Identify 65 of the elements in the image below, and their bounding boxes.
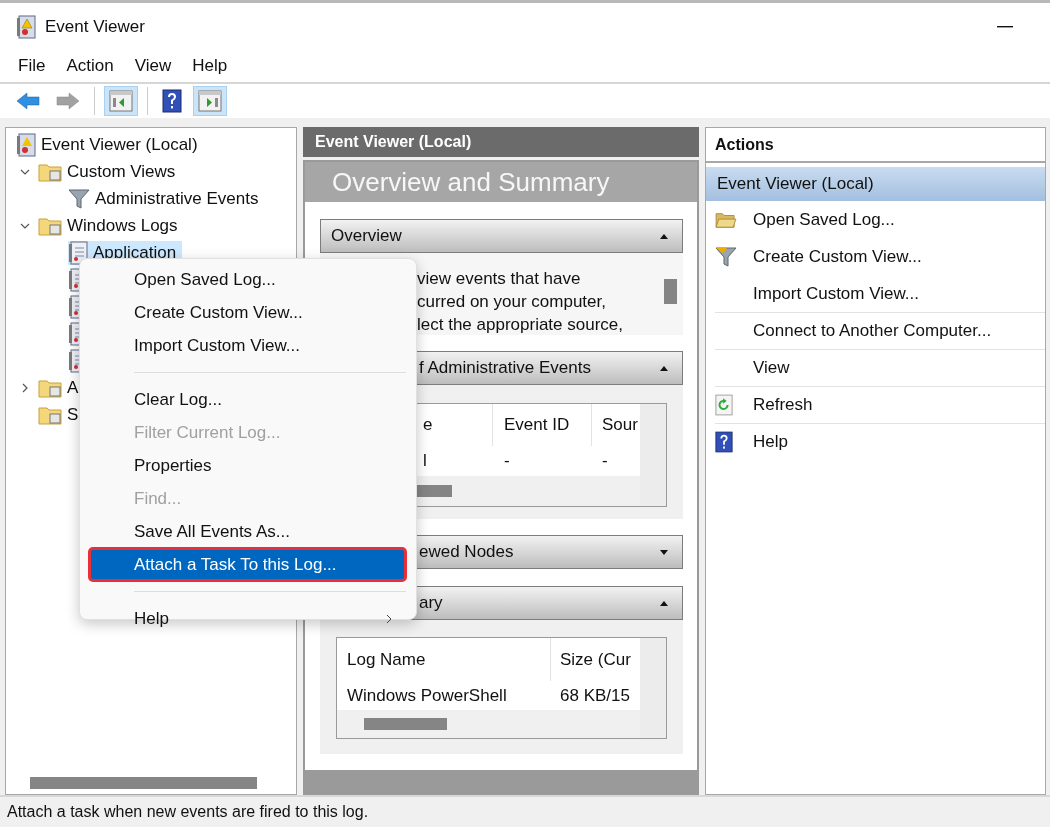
scrollbar[interactable] [30, 777, 257, 789]
action-link[interactable]: Refresh [753, 395, 813, 415]
menu-item[interactable]: Action [66, 56, 114, 76]
pane-toggle-button[interactable] [104, 86, 138, 116]
table-cell-text: l [422, 450, 428, 472]
column-header[interactable]: Size (Cur [551, 638, 640, 681]
column-header[interactable]: Sour [592, 404, 640, 446]
table-cell-text: Windows PowerShell [346, 684, 508, 707]
scrollbar[interactable] [640, 638, 666, 738]
collapse-arrow-icon [660, 600, 668, 606]
folder-icon [715, 210, 737, 229]
filter-icon [715, 245, 737, 268]
overview-text: curred on your computer, [417, 292, 607, 313]
menu-item[interactable]: View [134, 56, 172, 76]
tree-item[interactable]: Administrative Events [68, 186, 265, 211]
menu-item[interactable]: Attach a Task To this Log... [89, 548, 406, 581]
table-cell-text: - [601, 450, 609, 472]
tree-item[interactable]: Windows Logs [38, 213, 184, 238]
pane-header: Actions [706, 128, 1045, 163]
arrow-right-icon [56, 91, 80, 111]
column-header[interactable]: Log Name [337, 638, 551, 681]
menu-item[interactable]: File [18, 56, 46, 76]
scrollbar[interactable] [664, 279, 677, 304]
tree-item[interactable]: Event Viewer (Local) [16, 132, 204, 157]
section-header[interactable]: Overview [320, 219, 683, 253]
chevron-right-icon[interactable] [20, 382, 30, 393]
overview-text: lect the appropriate source, [417, 315, 624, 335]
tree-item[interactable]: A [38, 375, 85, 400]
menu-item[interactable]: Open Saved Log... [89, 263, 406, 296]
expand-arrow-icon [660, 549, 668, 555]
scrollbar[interactable] [640, 404, 666, 506]
pane-header: Event Viewer (Local) [303, 127, 699, 157]
arrow-left-icon [16, 91, 40, 111]
minimize-icon[interactable] [997, 25, 1013, 28]
tree-item[interactable]: S [38, 402, 85, 427]
scrollbar[interactable] [364, 718, 447, 730]
menu-item[interactable]: Help [192, 56, 228, 76]
action-link[interactable]: Help [753, 432, 788, 452]
refresh-icon [715, 394, 733, 416]
action-link[interactable]: Open Saved Log... [753, 209, 895, 230]
tree-item[interactable]: Custom Views [38, 159, 182, 184]
filter-icon [68, 187, 90, 210]
help-icon [715, 431, 733, 453]
pane-icon [198, 90, 222, 112]
table-cell-text: 68 KB/15 [559, 684, 631, 707]
pane-toggle-button[interactable] [193, 86, 227, 116]
summary-banner: Overview and Summary [305, 162, 697, 202]
help-icon [162, 89, 182, 113]
action-link[interactable]: Create Custom View... [753, 246, 922, 267]
menu-item[interactable]: Create Custom View... [89, 296, 406, 329]
log-book-icon [16, 132, 36, 157]
action-group[interactable]: Event Viewer (Local) [706, 167, 1045, 201]
action-link[interactable]: View [753, 358, 790, 378]
menu-item[interactable]: Properties [89, 449, 406, 482]
column-header[interactable]: Event ID [493, 404, 592, 446]
table-cell-text: - [503, 450, 511, 472]
menu-item[interactable]: Clear Log... [89, 383, 406, 416]
collapse-arrow-icon [660, 233, 668, 239]
action-link[interactable]: Import Custom View... [753, 283, 919, 304]
overview-text: view events that have [417, 269, 582, 290]
window-title: Event Viewer [45, 16, 145, 37]
action-link[interactable]: Connect to Another Computer... [753, 321, 992, 341]
collapse-arrow-icon [660, 365, 668, 371]
app-icon [16, 14, 36, 39]
pane-icon [109, 90, 133, 112]
